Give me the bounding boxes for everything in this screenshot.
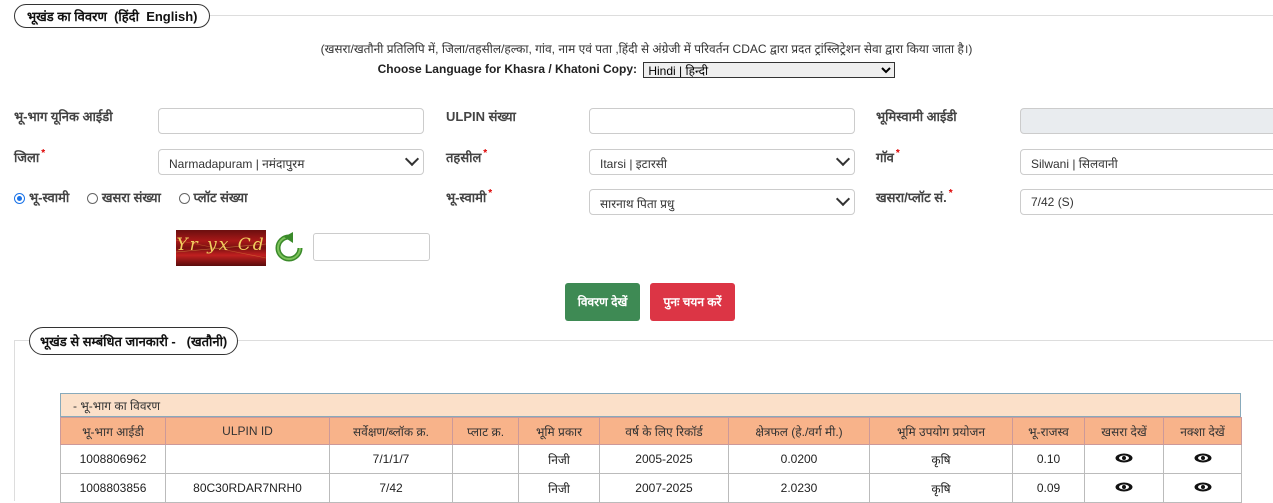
legend2-sub: (खतौनी)	[186, 334, 228, 349]
eye-icon[interactable]	[1194, 453, 1212, 463]
fieldset2-border-left	[14, 340, 15, 501]
cell-year: 2005-2025	[599, 444, 729, 474]
radio-owner[interactable]: भू-स्वामी	[14, 190, 69, 205]
col-header: भूमि प्रकार	[518, 417, 600, 445]
view-map-cell[interactable]	[1163, 473, 1242, 503]
cell-plot	[452, 473, 519, 503]
village-label: गाॅव *	[876, 148, 900, 165]
col-header: प्लाट क्र.	[452, 417, 519, 445]
table-row: 1008806962 7/1/1/7 निजी 2005-2025 0.0200…	[60, 444, 1242, 474]
lang-english-link[interactable]: English	[146, 9, 193, 24]
owner-id-label: भूमिस्वामी आईडी	[876, 109, 957, 124]
ulpin-label: ULPIN संख्या	[446, 109, 516, 124]
khasra-label: खसरा/प्लॉट सं. *	[876, 188, 953, 205]
col-header: सर्वेक्षण/ब्लॉक क्र.	[329, 417, 453, 445]
captcha-image: Yr yx Cd	[176, 230, 266, 266]
cell-usage: कृषि	[869, 473, 1013, 503]
col-header: ULPIN ID	[165, 417, 330, 445]
cell-ulpin: 80C30RDAR7NRH0	[165, 473, 330, 503]
view-khasra-cell[interactable]	[1084, 473, 1164, 503]
col-header: भू-राजस्व	[1012, 417, 1085, 445]
cell-land-type: निजी	[518, 473, 600, 503]
village-select[interactable]: Silwani | सिलवानी	[1020, 149, 1273, 175]
col-header: नक्शा देखें	[1163, 417, 1242, 445]
cell-area: 2.0230	[728, 473, 870, 503]
cell-land-id: 1008806962	[60, 444, 166, 474]
unique-id-label: भू-भाग यूनिक आईडी	[14, 109, 113, 124]
chevron-down-icon	[404, 151, 420, 167]
radio-selected-icon[interactable]	[14, 193, 25, 205]
language-row: Choose Language for Khasra / Khatoni Cop…	[0, 62, 1273, 78]
owner-id-input[interactable]	[1020, 108, 1273, 134]
view-khasra-cell[interactable]	[1084, 444, 1164, 474]
col-header: भूमि उपयोग प्रयोजन	[869, 417, 1013, 445]
section2-legend: भूखंड से सम्बंधित जानकारी - (खतौनी)	[29, 327, 239, 355]
radio-plot[interactable]: प्लॉट संख्या	[178, 190, 247, 205]
language-label: Choose Language for Khasra / Khatoni Cop…	[377, 62, 637, 77]
refresh-captcha-icon[interactable]	[272, 232, 306, 264]
cell-plot	[452, 444, 519, 474]
eye-icon[interactable]	[1115, 482, 1133, 492]
cell-area: 0.0200	[728, 444, 870, 474]
chevron-down-icon	[835, 191, 851, 207]
eye-icon[interactable]	[1115, 453, 1133, 463]
cell-year: 2007-2025	[599, 473, 729, 503]
radio-icon[interactable]	[178, 193, 190, 205]
captcha-text: Yr yx Cd	[176, 235, 266, 255]
unique-id-input[interactable]	[158, 108, 424, 134]
legend-title: भूखंड का विवरण	[27, 9, 107, 24]
table-header-row: भू-भाग आईडी ULPIN ID सर्वेक्षण/ब्लॉक क्र…	[60, 417, 1242, 445]
table-row: 1008803856 80C30RDAR7NRH0 7/42 निजी 2007…	[60, 473, 1242, 503]
col-header: क्षेत्रफल (हे./वर्ग मी.)	[728, 417, 870, 445]
section-legend: भूखंड का विवरण (हिंदी English)	[14, 4, 211, 28]
cell-ulpin	[165, 444, 330, 474]
language-select[interactable]: Hindi | हिन्दी	[643, 62, 896, 78]
col-header: खसरा देखें	[1084, 417, 1164, 445]
transliteration-note: (खसरा/खतौनी प्रतिलिपि में, जिला/तहसील/हल…	[320, 42, 973, 56]
view-map-cell[interactable]	[1163, 444, 1242, 474]
cell-land-type: निजी	[518, 444, 600, 474]
district-label: जिला *	[14, 148, 46, 165]
lang-hindi-link[interactable]: हिंदी	[118, 9, 139, 24]
table-caption: - भू-भाग का विवरण	[60, 393, 1241, 417]
tehsil-label: तहसील *	[446, 148, 488, 165]
khasra-select[interactable]: 7/42 (S)	[1020, 189, 1273, 215]
cell-usage: कृषि	[869, 444, 1013, 474]
district-select[interactable]: Narmadapuram | नमंदापुरम	[158, 149, 424, 175]
owner-label: भू-स्वामी *	[446, 188, 493, 205]
captcha-input[interactable]	[313, 233, 430, 261]
chevron-down-icon	[835, 151, 851, 167]
col-header: भू-भाग आईडी	[60, 417, 166, 445]
owner-select[interactable]: सारनाथ पिता प्रधु	[589, 189, 855, 215]
eye-icon[interactable]	[1194, 482, 1212, 492]
cell-revenue: 0.09	[1012, 473, 1085, 503]
cell-survey: 7/1/1/7	[329, 444, 453, 474]
legend2-title: भूखंड से सम्बंधित जानकारी -	[40, 334, 176, 349]
tehsil-select[interactable]: Itarsi | इटारसी	[589, 149, 855, 175]
radio-khasra[interactable]: खसरा संख्या	[86, 190, 161, 205]
view-details-button[interactable]: विवरण देखें	[565, 283, 640, 321]
reset-button[interactable]: पुनः चयन करें	[650, 283, 735, 321]
cell-revenue: 0.10	[1012, 444, 1085, 474]
land-details-table: - भू-भाग का विवरण भू-भाग आईडी ULPIN ID स…	[60, 393, 1242, 503]
radio-icon[interactable]	[86, 193, 98, 205]
col-header: वर्ष के लिए रिकॉर्ड	[599, 417, 729, 445]
search-type-radios: भू-स्वामी खसरा संख्या प्लॉट संख्या	[14, 188, 261, 206]
ulpin-input[interactable]	[589, 108, 855, 134]
cell-land-id: 1008803856	[60, 473, 166, 503]
cell-survey: 7/42	[329, 473, 453, 503]
